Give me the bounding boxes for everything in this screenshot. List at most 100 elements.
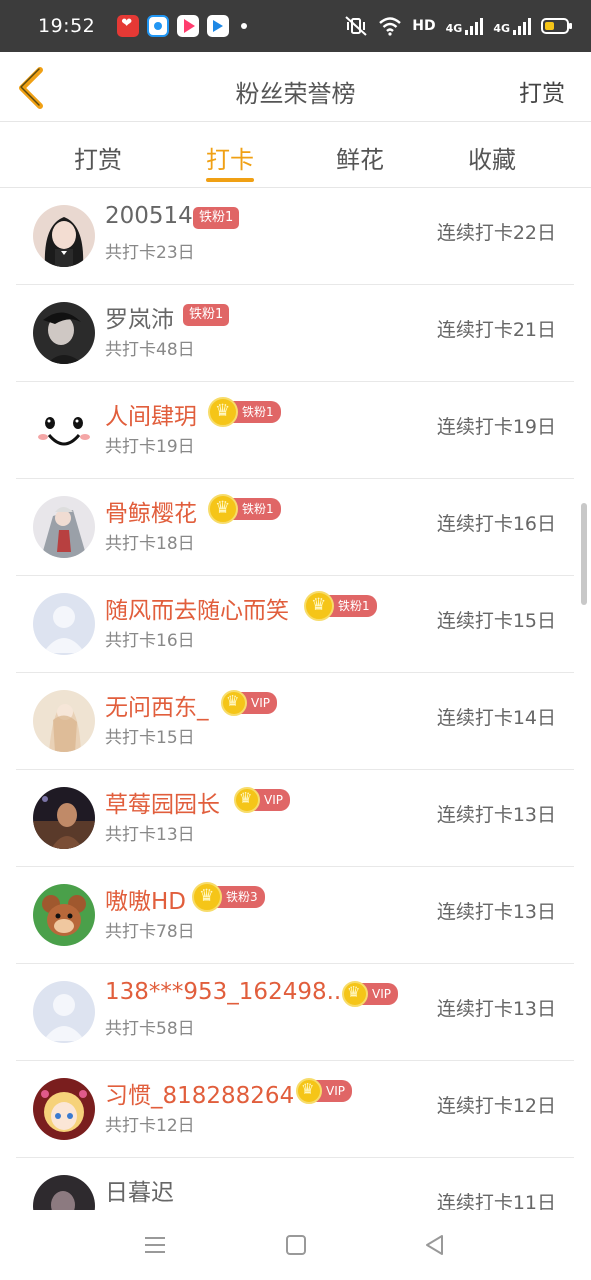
circle-app-icon xyxy=(147,15,170,37)
fan-level-badge: 铁粉1 xyxy=(193,207,240,229)
list-item[interactable]: 200514 铁粉1 共打卡23日 连续打卡22日 xyxy=(16,188,574,285)
vibrate-mute-icon xyxy=(345,16,367,36)
menu-icon xyxy=(145,1237,165,1253)
painting-photo-avatar xyxy=(33,690,95,752)
fan-name[interactable]: 草莓园园长 xyxy=(105,785,220,819)
fan-badge: VIP xyxy=(234,786,290,814)
fan-name[interactable]: 嗷嗷HD xyxy=(105,882,186,916)
crown-fan-badge: 铁粉1 xyxy=(208,397,281,427)
tab-flowers[interactable]: 鲜花 xyxy=(325,140,395,175)
fan-badge: 铁粉1 xyxy=(183,301,230,329)
page-title: 粉丝荣誉榜 xyxy=(235,80,356,108)
tab-reward[interactable]: 打赏 xyxy=(63,140,133,175)
girl-photo-avatar xyxy=(33,205,95,267)
signal-icon xyxy=(465,17,484,35)
tab-checkin[interactable]: 打卡 xyxy=(195,140,265,175)
list-item[interactable]: 日暮迟 连续打卡11日 xyxy=(16,1158,574,1210)
tab-favorites[interactable]: 收藏 xyxy=(457,140,527,175)
night-photo-avatar xyxy=(33,787,95,849)
anime-girl-avatar xyxy=(33,1078,95,1140)
dark-photo-avatar xyxy=(33,1175,95,1210)
streak-checkin: 连续打卡22日 xyxy=(436,222,556,244)
status-right: HD 4G 4G xyxy=(344,16,572,36)
avatar xyxy=(33,787,95,849)
list-item[interactable]: 人间肆玥 铁粉1 共打卡19日 连续打卡19日 xyxy=(16,382,574,479)
home-nav-button[interactable] xyxy=(283,1232,309,1258)
total-checkin: 共打卡58日 xyxy=(105,1019,195,1039)
avatar xyxy=(33,399,95,461)
fan-name[interactable]: 无问西东_ xyxy=(105,688,209,722)
crown-fan-badge: 铁粉1 xyxy=(208,494,281,524)
streak-checkin: 连续打卡19日 xyxy=(436,416,556,438)
streak-checkin: 连续打卡13日 xyxy=(436,901,556,923)
avatar xyxy=(33,302,95,364)
avatar xyxy=(33,981,95,1043)
avatar xyxy=(33,496,95,558)
reward-button[interactable]: 打赏 xyxy=(519,74,565,108)
list-item[interactable]: 习惯_818288264 VIP 共打卡12日 连续打卡12日 xyxy=(16,1061,574,1158)
smiley-face-avatar xyxy=(33,399,95,461)
list-item[interactable]: 草莓园园长 VIP 共打卡13日 连续打卡13日 xyxy=(16,770,574,867)
crown-icon xyxy=(304,591,334,621)
vip-badge: VIP xyxy=(342,981,398,1007)
scrollbar[interactable] xyxy=(581,503,587,605)
battery-icon xyxy=(541,18,572,34)
avatar xyxy=(33,690,95,752)
fan-badge: VIP xyxy=(296,1077,352,1105)
fan-name[interactable]: 138***953_162498... xyxy=(105,979,349,1005)
avatar xyxy=(33,1175,95,1210)
net-label-1: 4G xyxy=(445,22,463,35)
crown-icon xyxy=(192,882,222,912)
wifi-icon xyxy=(379,17,402,36)
status-app-icons xyxy=(117,15,248,37)
tab-bar: 打赏 打卡 鲜花 收藏 xyxy=(0,122,591,188)
default-avatar-icon xyxy=(33,593,95,655)
header: 粉丝荣誉榜 打赏 xyxy=(0,52,591,122)
status-bar: 19:52 HD 4G 4G xyxy=(0,0,591,52)
crown-icon xyxy=(208,397,238,427)
list-item[interactable]: 嗷嗷HD 铁粉3 共打卡78日 连续打卡13日 xyxy=(16,867,574,964)
signal-2: 4G xyxy=(493,17,531,35)
fan-badge: VIP xyxy=(221,689,277,717)
total-checkin: 共打卡13日 xyxy=(105,825,195,845)
dark-photo-avatar xyxy=(33,302,95,364)
list-item[interactable]: 骨鲸樱花 铁粉1 共打卡18日 连续打卡16日 xyxy=(16,479,574,576)
total-checkin: 共打卡78日 xyxy=(105,922,195,942)
status-time: 19:52 xyxy=(38,15,96,37)
fan-name[interactable]: 罗岚沛 xyxy=(105,300,174,334)
list-item[interactable]: 138***953_162498... VIP 共打卡58日 连续打卡13日 xyxy=(16,964,574,1061)
streak-checkin: 连续打卡16日 xyxy=(436,513,556,535)
crown-icon xyxy=(221,690,247,716)
fan-name[interactable]: 人间肆玥 xyxy=(105,397,197,431)
total-checkin: 共打卡18日 xyxy=(105,534,195,554)
list-item[interactable]: 无问西东_ VIP 共打卡15日 连续打卡14日 xyxy=(16,673,574,770)
menu-nav-button[interactable] xyxy=(142,1232,168,1258)
avatar xyxy=(33,205,95,267)
fan-level-badge: 铁粉1 xyxy=(183,304,230,326)
video-play-app-icon xyxy=(177,15,200,37)
fan-list[interactable]: 200514 铁粉1 共打卡23日 连续打卡22日 罗岚沛 铁粉1 共打卡48日… xyxy=(0,188,591,1210)
fan-name[interactable]: 200514 xyxy=(105,203,193,229)
back-nav-button[interactable] xyxy=(422,1232,448,1258)
vip-badge: VIP xyxy=(296,1078,352,1104)
fan-name[interactable]: 骨鲸樱花 xyxy=(105,494,197,528)
fan-name[interactable]: 日暮迟 xyxy=(105,1173,174,1207)
crown-fan-badge: 铁粉1 xyxy=(304,591,377,621)
streak-checkin: 连续打卡15日 xyxy=(436,610,556,632)
total-checkin: 共打卡12日 xyxy=(105,1116,195,1136)
fan-badge: 铁粉1 xyxy=(208,397,281,427)
streak-checkin: 连续打卡13日 xyxy=(436,804,556,826)
fan-badge: 铁粉1 xyxy=(193,204,240,232)
square-home-icon xyxy=(286,1235,306,1255)
fan-name[interactable]: 随风而去随心而笑 xyxy=(105,591,289,625)
list-item[interactable]: 罗岚沛 铁粉1 共打卡48日 连续打卡21日 xyxy=(16,285,574,382)
signal-1: 4G xyxy=(446,17,484,35)
fan-badge: 铁粉1 xyxy=(304,591,377,621)
heart-app-icon xyxy=(117,15,140,37)
crown-icon xyxy=(234,787,260,813)
streak-checkin: 连续打卡13日 xyxy=(436,998,556,1020)
list-item[interactable]: 随风而去随心而笑 铁粉1 共打卡16日 连续打卡15日 xyxy=(16,576,574,673)
cartoon-mouse-avatar xyxy=(33,884,95,946)
hd-label: HD xyxy=(412,18,436,34)
fan-name[interactable]: 习惯_818288264 xyxy=(105,1076,294,1110)
